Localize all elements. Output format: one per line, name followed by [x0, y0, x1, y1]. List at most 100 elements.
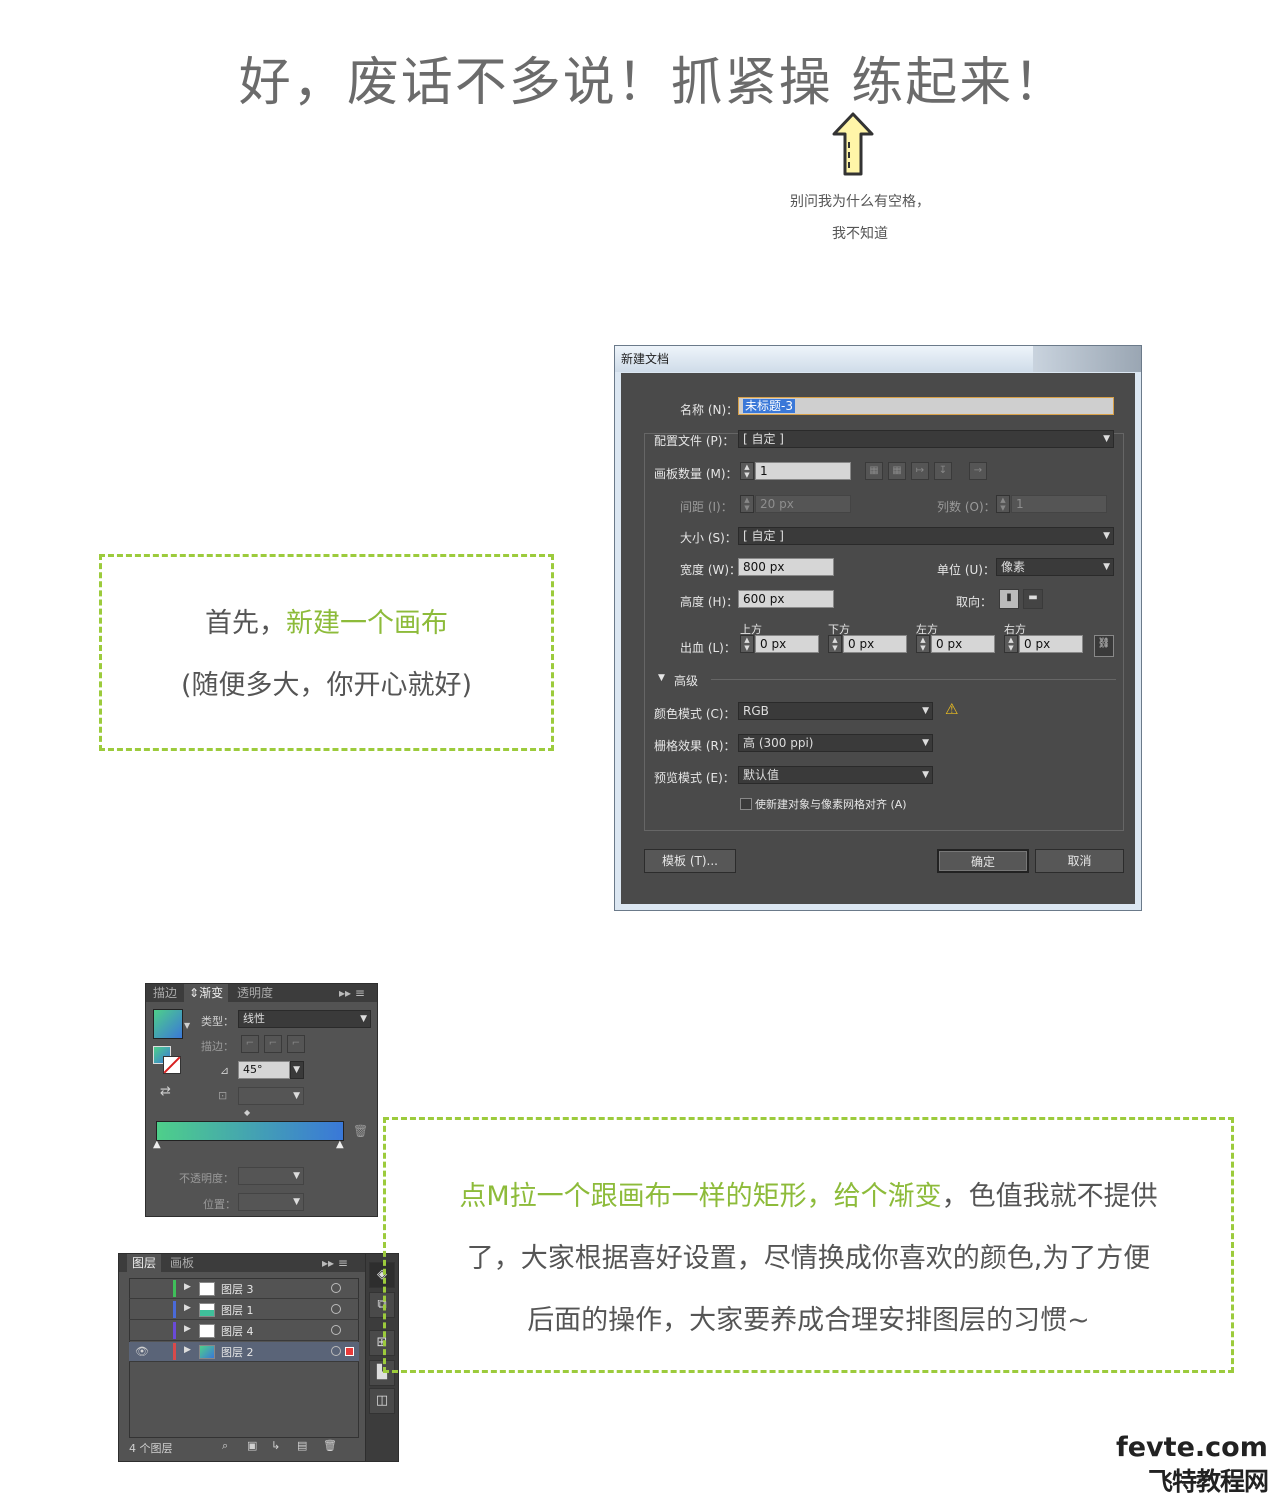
templates-button[interactable]: 模板 (T)...	[644, 849, 736, 873]
panel-menu-icon[interactable]: ▸▸ ≡	[334, 984, 370, 1002]
bleed-bottom-input[interactable]: 0 px	[843, 635, 907, 653]
raster-effects-select[interactable]: 高 (300 ppi) ▼	[738, 734, 933, 752]
landscape-icon[interactable]: ▬	[1023, 589, 1043, 609]
dialog-titlebar[interactable]: 新建文档	[615, 346, 1141, 372]
link-chain-icon[interactable]: ⛓	[1094, 635, 1114, 657]
location-input[interactable]: ▼	[238, 1193, 304, 1211]
arrange-row-icon[interactable]: ↦	[911, 462, 929, 480]
columns-stepper[interactable]: ▲ ▼	[996, 495, 1010, 513]
align-pixel-grid-checkbox[interactable]	[740, 798, 752, 810]
bleed-top-input[interactable]: 0 px	[755, 635, 819, 653]
titlebar-glare	[1033, 346, 1141, 372]
ok-button[interactable]: 确定	[937, 849, 1029, 873]
gradient-swatch[interactable]	[153, 1009, 183, 1039]
size-select[interactable]: [ 自定 ] ▼	[738, 527, 1114, 545]
preview-mode-select[interactable]: 默认值 ▼	[738, 766, 933, 784]
pathfinder-dock-icon[interactable]: ◫	[369, 1388, 395, 1414]
layer-row[interactable]: ▶ 图层 3	[129, 1279, 359, 1299]
stroke-none-swatch[interactable]	[163, 1056, 181, 1074]
spacing-stepper[interactable]: ▲ ▼	[740, 495, 754, 513]
type-select[interactable]: 线性 ▼	[238, 1010, 371, 1028]
bleed-left-stepper[interactable]: ▲ ▼	[916, 635, 930, 653]
columns-input[interactable]: 1	[1011, 495, 1107, 513]
orientation-label: 取向：	[956, 595, 993, 609]
layer-count: 4 个图层	[129, 1442, 173, 1455]
opacity-input[interactable]: ▼	[238, 1167, 304, 1185]
bleed-left-input[interactable]: 0 px	[931, 635, 995, 653]
visibility-eye-icon[interactable]: 👁	[135, 1345, 149, 1358]
gradient-stop-left[interactable]: ▲	[153, 1139, 161, 1150]
spacing-input[interactable]: 20 px	[755, 495, 851, 513]
layer-row[interactable]: ▶ 图层 1	[129, 1300, 359, 1320]
profile-select[interactable]: [ 自定 ] ▼	[738, 430, 1114, 448]
layer-name[interactable]: 图层 1	[221, 1302, 254, 1318]
tab-gradient-label: 渐变	[199, 986, 224, 1000]
warning-icon: ⚠	[945, 700, 959, 718]
layer-name[interactable]: 图层 4	[221, 1323, 254, 1339]
make-clipping-mask-icon[interactable]: ▣	[247, 1439, 257, 1452]
arrange-column-icon[interactable]: ↧	[934, 462, 952, 480]
type-label: 类型：	[201, 1015, 234, 1028]
angle-dropdown[interactable]: ▼	[290, 1061, 304, 1079]
panel-menu-icon[interactable]: ▸▸ ≡	[317, 1254, 353, 1272]
chevron-down-icon[interactable]: ▼	[184, 1021, 190, 1030]
stroke-across-icon[interactable]: ⌐	[287, 1035, 305, 1053]
tab-gradient[interactable]: ⇕渐变	[184, 984, 229, 1002]
callout-highlight: 新建一个画布	[286, 608, 448, 639]
new-sublayer-icon[interactable]: ↳	[271, 1439, 280, 1452]
reverse-gradient-icon[interactable]: ⇄	[160, 1084, 171, 1099]
tab-artboards[interactable]: 画板	[165, 1254, 199, 1272]
height-input[interactable]: 600 px	[738, 590, 834, 608]
width-input[interactable]: 800 px	[738, 558, 834, 576]
rtl-layout-icon[interactable]: →	[969, 462, 987, 480]
expand-arrow-icon[interactable]: ▶	[184, 1324, 191, 1334]
aspect-ratio-input[interactable]: ▼	[238, 1087, 304, 1105]
expand-arrow-icon[interactable]: ▶	[184, 1282, 191, 1292]
advanced-label[interactable]: 高级	[674, 672, 698, 689]
chevron-down-icon: ▼	[293, 1091, 300, 1101]
target-circle-icon[interactable]	[331, 1325, 341, 1335]
new-layer-icon[interactable]: ▤	[297, 1439, 307, 1452]
layer-name[interactable]: 图层 3	[221, 1281, 254, 1297]
gradient-slider[interactable]	[156, 1121, 344, 1141]
expand-arrow-icon[interactable]: ▶	[184, 1345, 191, 1355]
locate-object-icon[interactable]: ⌕	[222, 1439, 228, 1453]
bleed-bottom-stepper[interactable]: ▲ ▼	[828, 635, 842, 653]
grid-by-column-icon[interactable]: ▦	[888, 462, 906, 480]
gradient-stop-right[interactable]: ▲	[336, 1139, 344, 1150]
delete-layer-icon[interactable]: 🗑	[323, 1439, 337, 1452]
callout-gradient-line3: 后面的操作，大家要养成合理安排图层的习惯~	[527, 1305, 1090, 1336]
target-circle-icon[interactable]	[331, 1283, 341, 1293]
layer-color-bar	[173, 1301, 176, 1318]
stroke-within-icon[interactable]: ⌐	[241, 1035, 259, 1053]
color-mode-select[interactable]: RGB ▼	[738, 702, 933, 720]
midpoint-diamond[interactable]: ◆	[244, 1108, 250, 1117]
artboards-stepper[interactable]: ▲ ▼	[740, 462, 754, 480]
trash-icon[interactable]: 🗑	[353, 1124, 368, 1138]
angle-input[interactable]: 45°	[238, 1061, 290, 1079]
color-mode-label: 颜色模式 (C)：	[654, 707, 736, 721]
artboards-input[interactable]: 1	[755, 462, 851, 480]
bleed-right-input[interactable]: 0 px	[1019, 635, 1083, 653]
units-select[interactable]: 像素 ▼	[996, 558, 1114, 576]
tab-transparency[interactable]: 透明度	[232, 984, 278, 1002]
align-pixel-grid-label[interactable]: 使新建对象与像素网格对齐 (A)	[755, 796, 907, 812]
target-circle-icon[interactable]	[331, 1304, 341, 1314]
type-value: 线性	[243, 1012, 265, 1025]
name-input[interactable]: 未标题-3	[738, 397, 1114, 415]
layer-name[interactable]: 图层 2	[221, 1344, 254, 1360]
advanced-toggle-icon[interactable]: ▼	[658, 673, 665, 683]
layer-row[interactable]: ▶ 图层 4	[129, 1321, 359, 1341]
bleed-top-stepper[interactable]: ▲ ▼	[740, 635, 754, 653]
grid-by-row-icon[interactable]: ▦	[865, 462, 883, 480]
bleed-right-stepper[interactable]: ▲ ▼	[1004, 635, 1018, 653]
layer-row-selected[interactable]: 👁 ▶ 图层 2	[129, 1342, 359, 1362]
expand-arrow-icon[interactable]: ▶	[184, 1303, 191, 1313]
portrait-icon[interactable]: ▮	[999, 589, 1019, 609]
callout-rest: ，色值我就不提供	[941, 1181, 1158, 1212]
target-circle-icon[interactable]	[331, 1346, 341, 1356]
tab-layers[interactable]: 图层	[127, 1254, 162, 1272]
stroke-along-icon[interactable]: ⌐	[264, 1035, 282, 1053]
tab-stroke[interactable]: 描边	[148, 984, 182, 1002]
cancel-button[interactable]: 取消	[1035, 849, 1124, 873]
